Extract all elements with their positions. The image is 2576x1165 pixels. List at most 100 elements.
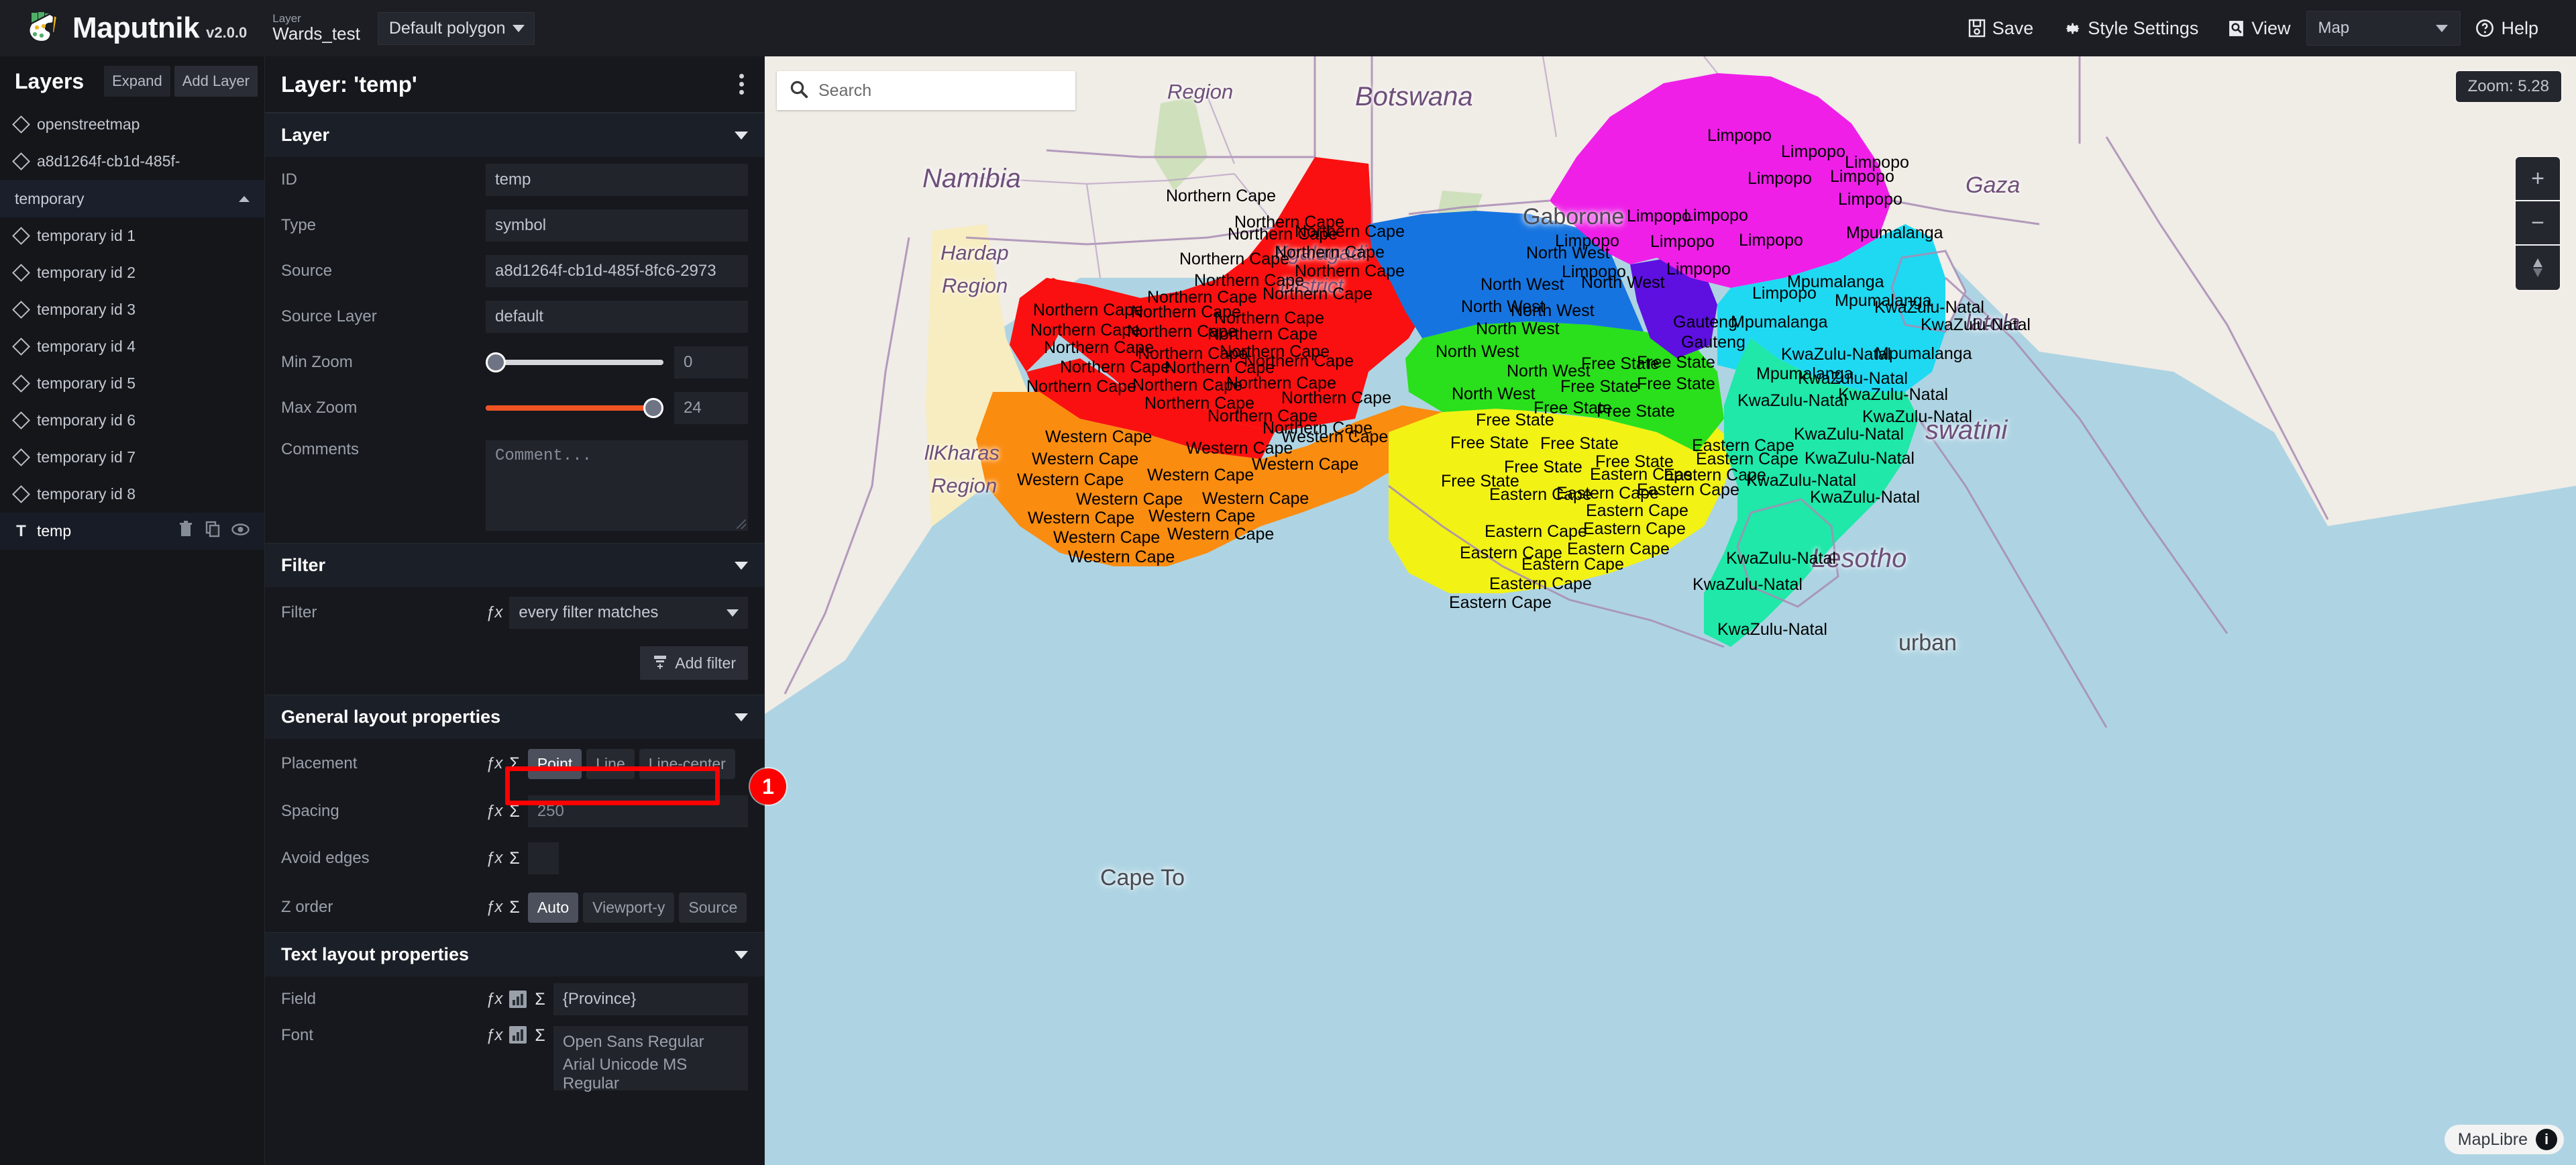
add-filter-button[interactable]: Add filter <box>640 646 748 680</box>
style-select-value: Default polygon <box>388 18 506 38</box>
sidebar-item-temporary-id-8[interactable]: temporary id 8 <box>0 476 264 513</box>
sigma-icon[interactable]: Σ <box>509 754 519 774</box>
max-zoom-control: 24 <box>486 392 748 424</box>
more-options-icon[interactable] <box>735 70 748 99</box>
layer-actions <box>178 520 250 542</box>
compass-icon[interactable] <box>2516 246 2560 290</box>
help-circle-icon <box>2475 19 2494 38</box>
field-max-zoom: Max Zoom 24 <box>265 385 764 431</box>
eye-icon[interactable] <box>231 522 250 540</box>
font-item-1[interactable]: Arial Unicode MS Regular <box>553 1056 748 1093</box>
sigma-icon[interactable]: Σ <box>509 802 519 821</box>
avoid-edges-checkbox[interactable] <box>527 842 559 874</box>
diamond-icon <box>12 448 30 466</box>
add-layer-button[interactable]: Add Layer <box>174 66 258 97</box>
sidebar-item-temporary-id-2[interactable]: temporary id 2 <box>0 254 264 291</box>
view-button[interactable]: View <box>2213 11 2305 46</box>
expand-button[interactable]: Expand <box>104 66 170 97</box>
layer-item-label: temporary id 2 <box>37 264 136 281</box>
placement-option-point[interactable]: Point <box>527 748 582 779</box>
save-button[interactable]: Save <box>1953 11 2049 46</box>
source-layer-input[interactable]: default <box>486 301 748 333</box>
expression-fx-icon[interactable]: ƒx <box>486 603 502 622</box>
gear-icon <box>2063 19 2081 38</box>
min-zoom-slider[interactable] <box>486 352 663 372</box>
zoom-in-button[interactable]: + <box>2516 157 2560 201</box>
sidebar-item-temporary-id-3[interactable]: temporary id 3 <box>0 291 264 328</box>
expression-fx-icon[interactable]: ƒx <box>486 1026 502 1045</box>
expression-fx-icon[interactable]: ƒx <box>486 898 502 917</box>
info-icon[interactable]: i <box>2536 1129 2557 1150</box>
slider-knob[interactable] <box>643 398 663 418</box>
map-canvas[interactable]: Botswana Namibia Region Hardap Region Kgalaga… <box>765 56 2576 1165</box>
sidebar-item-a8d1264f-cb1d-485f-[interactable]: a8d1264f-cb1d-485f- <box>0 143 264 180</box>
diamond-icon <box>12 485 30 503</box>
chevron-down-icon <box>512 25 525 33</box>
text-field-input[interactable]: {Province} <box>553 983 748 1015</box>
style-select[interactable]: Default polygon <box>377 11 535 45</box>
type-input[interactable]: symbol <box>486 209 748 242</box>
id-input[interactable]: temp <box>486 164 748 196</box>
sigma-icon[interactable]: Σ <box>509 898 519 917</box>
placement-option-line-center[interactable]: Line-center <box>639 748 735 779</box>
sidebar-item-temporary-id-1[interactable]: temporary id 1 <box>0 217 264 254</box>
field-source-layer: Source Layer default <box>265 294 764 340</box>
style-settings-button[interactable]: Style Settings <box>2048 11 2213 46</box>
zoom-chart-icon[interactable] <box>509 1026 527 1044</box>
section-layer[interactable]: Layer <box>265 113 764 157</box>
chevron-down-icon <box>735 950 748 959</box>
max-zoom-slider[interactable] <box>486 398 663 418</box>
min-zoom-value[interactable]: 0 <box>674 346 748 378</box>
help-button[interactable]: Help <box>2461 11 2553 46</box>
sidebar-item-temporary-id-6[interactable]: temporary id 6 <box>0 402 264 439</box>
sidebar-item-temporary-id-5[interactable]: temporary id 5 <box>0 365 264 402</box>
diamond-icon <box>12 301 30 319</box>
sidebar-item-temporary-id-7[interactable]: temporary id 7 <box>0 439 264 476</box>
expression-fx-icon[interactable]: ƒx <box>486 802 502 821</box>
sidebar-item-openstreetmap[interactable]: openstreetmap <box>0 106 264 143</box>
map-search-box[interactable]: Search <box>777 71 1075 110</box>
style-settings-label: Style Settings <box>2088 17 2199 38</box>
zoom-chart-icon[interactable] <box>509 991 527 1008</box>
slider-knob[interactable] <box>486 352 506 372</box>
source-layer-label: Source Layer <box>281 307 377 325</box>
expression-fx-icon[interactable]: ƒx <box>486 990 502 1009</box>
layer-properties-panel: Layer: 'temp' Layer ID temp Type symbol … <box>265 56 765 1165</box>
layer-item-label: temporary id 8 <box>37 485 136 503</box>
trash-icon[interactable] <box>178 520 194 542</box>
sigma-icon[interactable]: Σ <box>509 849 519 868</box>
field-text-field: Field ƒx Σ {Province} <box>265 976 764 1022</box>
font-item-0[interactable]: Open Sans Regular <box>553 1026 748 1058</box>
map-attribution[interactable]: MapLibre i <box>2444 1125 2564 1154</box>
zoom-out-button[interactable]: − <box>2516 201 2560 246</box>
sidebar-item-temporary-id-4[interactable]: temporary id 4 <box>0 328 264 365</box>
current-layer-name: Wards_test <box>272 23 360 44</box>
layer-group-temporary[interactable]: temporary <box>0 180 264 217</box>
placement-option-line[interactable]: Line <box>586 748 635 779</box>
view-mode-select[interactable]: Map <box>2306 11 2461 46</box>
diamond-icon <box>12 411 30 429</box>
section-layer-title: Layer <box>281 125 330 145</box>
section-filter[interactable]: Filter <box>265 543 764 587</box>
expression-fx-icon[interactable]: ƒx <box>486 849 502 868</box>
expression-fx-icon[interactable]: ƒx <box>486 754 502 773</box>
sidebar-item-temp[interactable]: Ttemp <box>0 513 264 550</box>
sigma-icon[interactable]: Σ <box>535 1026 545 1046</box>
spacing-input[interactable]: 250 <box>527 795 748 827</box>
source-label: Source <box>281 262 333 280</box>
max-zoom-value[interactable]: 24 <box>674 392 748 424</box>
z-order-option-viewport-y[interactable]: Viewport-y <box>583 892 675 923</box>
field-z-order: Z order ƒx Σ Auto Viewport-y Source <box>265 882 764 932</box>
chevron-down-icon <box>2436 25 2449 33</box>
app-toolbar: Maputnik v2.0.0 Layer Wards_test Default… <box>0 0 2576 56</box>
search-input[interactable]: Search <box>818 81 871 101</box>
section-text-layout[interactable]: Text layout properties <box>265 932 764 976</box>
z-order-option-auto[interactable]: Auto <box>527 892 579 923</box>
sigma-icon[interactable]: Σ <box>535 990 545 1009</box>
z-order-option-source[interactable]: Source <box>679 892 747 923</box>
copy-icon[interactable] <box>205 521 221 542</box>
section-general-layout[interactable]: General layout properties <box>265 695 764 739</box>
filter-select[interactable]: every filter matches <box>509 597 748 629</box>
source-input[interactable]: a8d1264f-cb1d-485f-8fc6-2973 <box>486 255 748 287</box>
comments-textarea[interactable]: Comment... <box>486 440 748 531</box>
